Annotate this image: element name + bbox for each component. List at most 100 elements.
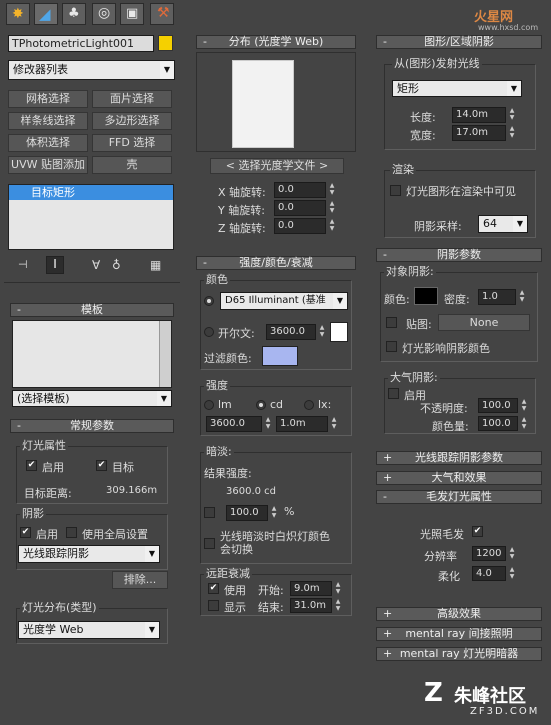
far-end-field[interactable]: 31.0m bbox=[290, 598, 332, 613]
rollout-rt-params-header[interactable]: + 光线跟踪阴影参数 bbox=[376, 451, 542, 465]
shape-type-dropdown[interactable]: 矩形 ▼ bbox=[392, 80, 522, 97]
hair-resolution-field[interactable]: 1200 bbox=[472, 546, 506, 561]
show-end-result-icon[interactable]: Ⅰ bbox=[46, 256, 64, 274]
hair-soft-spinner[interactable]: ▲ ▼ bbox=[508, 566, 516, 582]
density-spinner[interactable]: ▲ ▼ bbox=[518, 289, 526, 305]
preset-radio[interactable] bbox=[204, 296, 214, 306]
width-spinner[interactable]: ▲ ▼ bbox=[508, 125, 516, 141]
template-scrollbar[interactable] bbox=[159, 321, 171, 387]
x-rotate-field[interactable]: 0.0 bbox=[274, 182, 326, 198]
light-target-checkbox[interactable]: ✔ bbox=[96, 460, 107, 471]
use-global-checkbox[interactable] bbox=[66, 527, 77, 538]
atmos-enabled-checkbox[interactable] bbox=[388, 388, 399, 399]
lm-radio[interactable] bbox=[204, 400, 214, 410]
intensity-value-spinner[interactable]: ▲ ▼ bbox=[264, 416, 272, 432]
length-field[interactable]: 14.0m bbox=[452, 107, 506, 123]
distribution-type-dropdown[interactable]: 光度学 Web ▼ bbox=[18, 621, 160, 639]
modifier-button-ffd-select[interactable]: FFD 选择 bbox=[92, 134, 172, 152]
remove-modifier-icon[interactable]: ♁ bbox=[112, 258, 121, 272]
rollout-mr-indirect-header[interactable]: + mental ray 间接照明 bbox=[376, 627, 542, 641]
stack-item[interactable]: 目标矩形 bbox=[9, 185, 173, 200]
dim-percent-field[interactable]: 100.0 bbox=[226, 505, 268, 521]
modifier-button-shell[interactable]: 壳 bbox=[92, 156, 172, 174]
modifier-button-spline-select[interactable]: 样条线选择 bbox=[8, 112, 88, 130]
configure-sets-icon[interactable]: ▦ bbox=[150, 258, 161, 272]
far-start-spinner[interactable]: ▲ ▼ bbox=[334, 581, 342, 597]
width-field[interactable]: 17.0m bbox=[452, 125, 506, 141]
rollout-advanced-header[interactable]: + 高级效果 bbox=[376, 607, 542, 621]
rollout-atmos-effects-header[interactable]: + 大气和效果 bbox=[376, 471, 542, 485]
rollout-intensity-header[interactable]: - 强度/颜色/衰减 bbox=[196, 256, 356, 270]
display-tab[interactable]: ▣ bbox=[120, 3, 144, 25]
opacity-spinner[interactable]: ▲ ▼ bbox=[520, 398, 528, 414]
modifier-button-vol-select[interactable]: 体积选择 bbox=[8, 134, 88, 152]
dim-percent-checkbox[interactable] bbox=[204, 507, 215, 518]
choose-web-file-button[interactable]: < 选择光度学文件 > bbox=[210, 158, 344, 174]
density-field[interactable]: 1.0 bbox=[478, 289, 516, 305]
shadow-enabled-checkbox[interactable]: ✔ bbox=[20, 527, 31, 538]
rollout-hair-header[interactable]: - 毛发灯光属性 bbox=[376, 490, 542, 504]
hair-resolution-spinner[interactable]: ▲ ▼ bbox=[508, 546, 516, 562]
pin-stack-icon[interactable]: ⊣ bbox=[18, 258, 28, 271]
shadow-samples-dropdown[interactable]: 64 ▼ bbox=[478, 215, 528, 233]
rollout-general-header[interactable]: - 常规参数 bbox=[10, 419, 174, 433]
kelvin-field[interactable]: 3600.0 bbox=[266, 324, 316, 340]
incandescent-checkbox[interactable] bbox=[204, 538, 215, 549]
intensity-distance-spinner[interactable]: ▲ ▼ bbox=[330, 416, 338, 432]
object-color-swatch[interactable] bbox=[158, 35, 173, 51]
light-affects-shadow-checkbox[interactable] bbox=[386, 341, 397, 352]
rollout-shadow-params-header[interactable]: - 阴影参数 bbox=[376, 248, 542, 262]
shadow-map-checkbox[interactable] bbox=[386, 317, 397, 328]
rollout-web-header[interactable]: - 分布 (光度学 Web) bbox=[196, 35, 356, 49]
intensity-value-field[interactable]: 3600.0 bbox=[206, 416, 262, 432]
lx-radio[interactable] bbox=[304, 400, 314, 410]
utilities-tab[interactable]: ⚒ bbox=[150, 3, 174, 25]
color-amount-spinner[interactable]: ▲ ▼ bbox=[520, 416, 528, 432]
hierarchy-tab[interactable]: ♣ bbox=[62, 3, 86, 25]
shadow-map-button[interactable]: None bbox=[438, 314, 530, 331]
far-end-spinner[interactable]: ▲ ▼ bbox=[334, 598, 342, 614]
object-name-field[interactable]: TPhotometricLight001 bbox=[8, 35, 154, 52]
y-rotate-field[interactable]: 0.0 bbox=[274, 200, 326, 216]
exclude-button[interactable]: 排除... bbox=[112, 571, 168, 589]
far-show-checkbox[interactable] bbox=[208, 600, 219, 611]
modifier-list-dropdown[interactable]: 修改器列表 ▼ bbox=[8, 60, 175, 80]
hair-soft-field[interactable]: 4.0 bbox=[472, 566, 506, 581]
modify-tab[interactable]: ◢ bbox=[34, 3, 58, 25]
kelvin-radio[interactable] bbox=[204, 327, 214, 337]
light-enabled-checkbox[interactable]: ✔ bbox=[26, 460, 37, 471]
filter-color-swatch[interactable] bbox=[262, 346, 298, 366]
modifier-button-uvw-add[interactable]: UVW 贴图添加 bbox=[8, 156, 88, 174]
template-dropdown[interactable]: (选择模板) ▼ bbox=[12, 390, 172, 407]
rollout-shape-header[interactable]: - 图形/区域阴影 bbox=[376, 35, 542, 49]
dim-percent-spinner[interactable]: ▲ ▼ bbox=[270, 505, 278, 521]
rollout-mr-shader-header[interactable]: + mental ray 灯光明暗器 bbox=[376, 647, 542, 661]
modifier-stack[interactable]: 目标矩形 bbox=[8, 184, 174, 250]
far-use-checkbox[interactable]: ✔ bbox=[208, 583, 219, 594]
cd-radio[interactable] bbox=[256, 400, 266, 410]
y-rotate-spinner[interactable]: ▲ ▼ bbox=[328, 200, 336, 216]
make-unique-icon[interactable]: ∀ bbox=[92, 258, 100, 272]
intensity-distance-field[interactable]: 1.0m bbox=[276, 416, 328, 432]
rollout-template-header[interactable]: - 模板 bbox=[10, 303, 174, 317]
z-rotate-spinner[interactable]: ▲ ▼ bbox=[328, 218, 336, 234]
modifier-button-mesh-select[interactable]: 网格选择 bbox=[8, 90, 88, 108]
kelvin-spinner[interactable]: ▲ ▼ bbox=[318, 324, 326, 340]
create-tab[interactable]: ✸ bbox=[6, 3, 30, 25]
kelvin-color-swatch[interactable] bbox=[330, 322, 348, 342]
color-amount-field[interactable]: 100.0 bbox=[478, 416, 518, 431]
modifier-button-poly-select[interactable]: 多边形选择 bbox=[92, 112, 172, 130]
light-hair-checkbox[interactable]: ✔ bbox=[472, 526, 483, 537]
shadow-color-swatch[interactable] bbox=[414, 287, 438, 305]
far-start-field[interactable]: 9.0m bbox=[290, 581, 332, 596]
z-rotate-field[interactable]: 0.0 bbox=[274, 218, 326, 234]
modifier-button-patch-select[interactable]: 面片选择 bbox=[92, 90, 172, 108]
template-list[interactable] bbox=[12, 320, 172, 388]
color-preset-dropdown[interactable]: D65 Illuminant (基准 ▼ bbox=[220, 292, 348, 310]
shadow-type-dropdown[interactable]: 光线跟踪阴影 ▼ bbox=[18, 545, 160, 563]
opacity-field[interactable]: 100.0 bbox=[478, 398, 518, 413]
motion-tab[interactable]: ◎ bbox=[92, 3, 116, 25]
length-spinner[interactable]: ▲ ▼ bbox=[508, 107, 516, 123]
visible-in-render-checkbox[interactable] bbox=[390, 185, 401, 196]
x-rotate-spinner[interactable]: ▲ ▼ bbox=[328, 182, 336, 198]
